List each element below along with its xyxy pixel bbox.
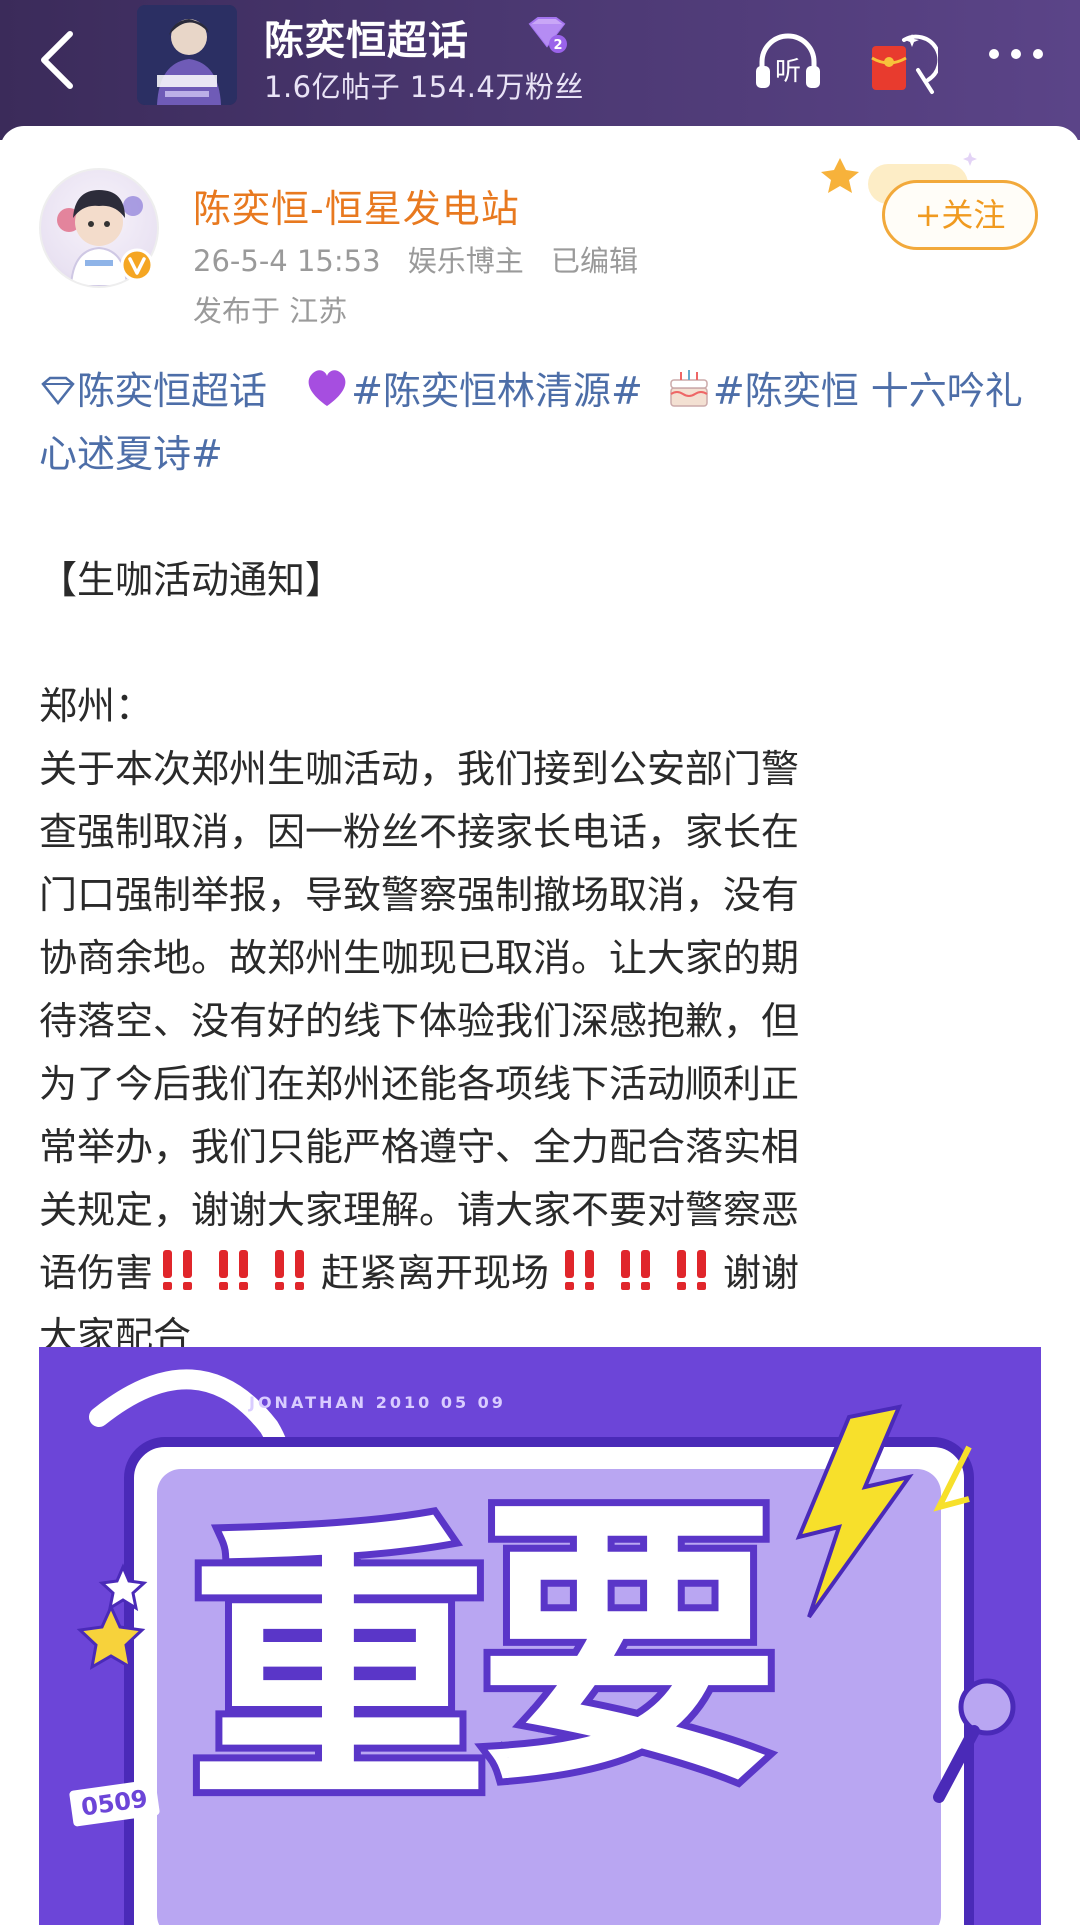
double-exclamation-icon	[265, 1248, 315, 1292]
image-char-2: 要	[472, 1472, 786, 1821]
birthday-cake-icon	[665, 364, 713, 412]
double-exclamation-icon	[667, 1248, 717, 1292]
edited-label[interactable]: 已编辑	[551, 244, 638, 278]
double-exclamation-icon	[209, 1248, 259, 1292]
purple-heart-icon	[303, 364, 351, 412]
more-icon[interactable]	[980, 28, 1052, 100]
author-name[interactable]: 陈奕恒-恒星发电站	[193, 178, 520, 233]
post-body-text-2: 赶紧离开现场	[321, 1251, 550, 1295]
follow-button[interactable]: +关注	[882, 180, 1038, 250]
svg-text:听: 听	[775, 57, 801, 87]
back-arrow-icon[interactable]	[26, 22, 86, 92]
author-role: 娱乐博主	[407, 244, 524, 278]
post-location: 发布于 江苏	[193, 294, 348, 328]
double-exclamation-icon	[611, 1248, 661, 1292]
topic-tags-line: 陈奕恒超话 #陈奕恒林清源# #陈奕恒 十六吟礼 心述夏诗#	[39, 360, 1049, 486]
super-topic-link[interactable]: 陈奕恒超话	[39, 369, 267, 413]
post-paragraph: 关于本次郑州生咖活动，我们接到公安部门警查强制取消，因一粉丝不接家长电话，家长在…	[39, 738, 829, 1368]
topic-link-lin[interactable]: #陈奕恒林清源#	[351, 369, 643, 413]
post-city: 郑州：	[39, 684, 154, 728]
topic-cover-image[interactable]	[137, 5, 237, 105]
listen-icon[interactable]: 听	[752, 28, 824, 100]
post-body-text: 关于本次郑州生咖活动，我们接到公安部门警查强制取消，因一粉丝不接家长电话，家长在…	[39, 747, 800, 1295]
red-packet-icon[interactable]	[866, 28, 942, 100]
topic-title: 陈奕恒超话	[264, 18, 469, 64]
post-body: 陈奕恒超话 #陈奕恒林清源# #陈奕恒 十六吟礼 心述夏诗# 【生咖活动通知】 …	[39, 360, 1049, 1368]
post-image[interactable]: JONATHAN 2010 05 09 重 要 0509	[39, 1347, 1041, 1925]
post-meta: 26-5-4 15:53 娱乐博主 已编辑	[193, 238, 656, 280]
level-badge-icon: 2	[524, 16, 570, 54]
image-caption: JONATHAN 2010 05 09	[249, 1393, 506, 1412]
post-heading: 【生咖活动通知】	[39, 558, 344, 602]
post-timestamp: 26-5-4 15:53	[193, 244, 381, 278]
double-exclamation-icon	[153, 1248, 203, 1292]
double-exclamation-icon	[555, 1248, 605, 1292]
verified-badge-icon	[120, 248, 154, 282]
topic-stats: 1.6亿帖子 154.4万粉丝	[264, 70, 584, 104]
diamond-icon	[39, 362, 77, 406]
topic-header-bar: 陈奕恒超话 2 1.6亿帖子 154.4万粉丝 听	[0, 0, 1080, 140]
svg-text:2: 2	[553, 38, 562, 53]
image-char-1: 重	[182, 1492, 496, 1841]
